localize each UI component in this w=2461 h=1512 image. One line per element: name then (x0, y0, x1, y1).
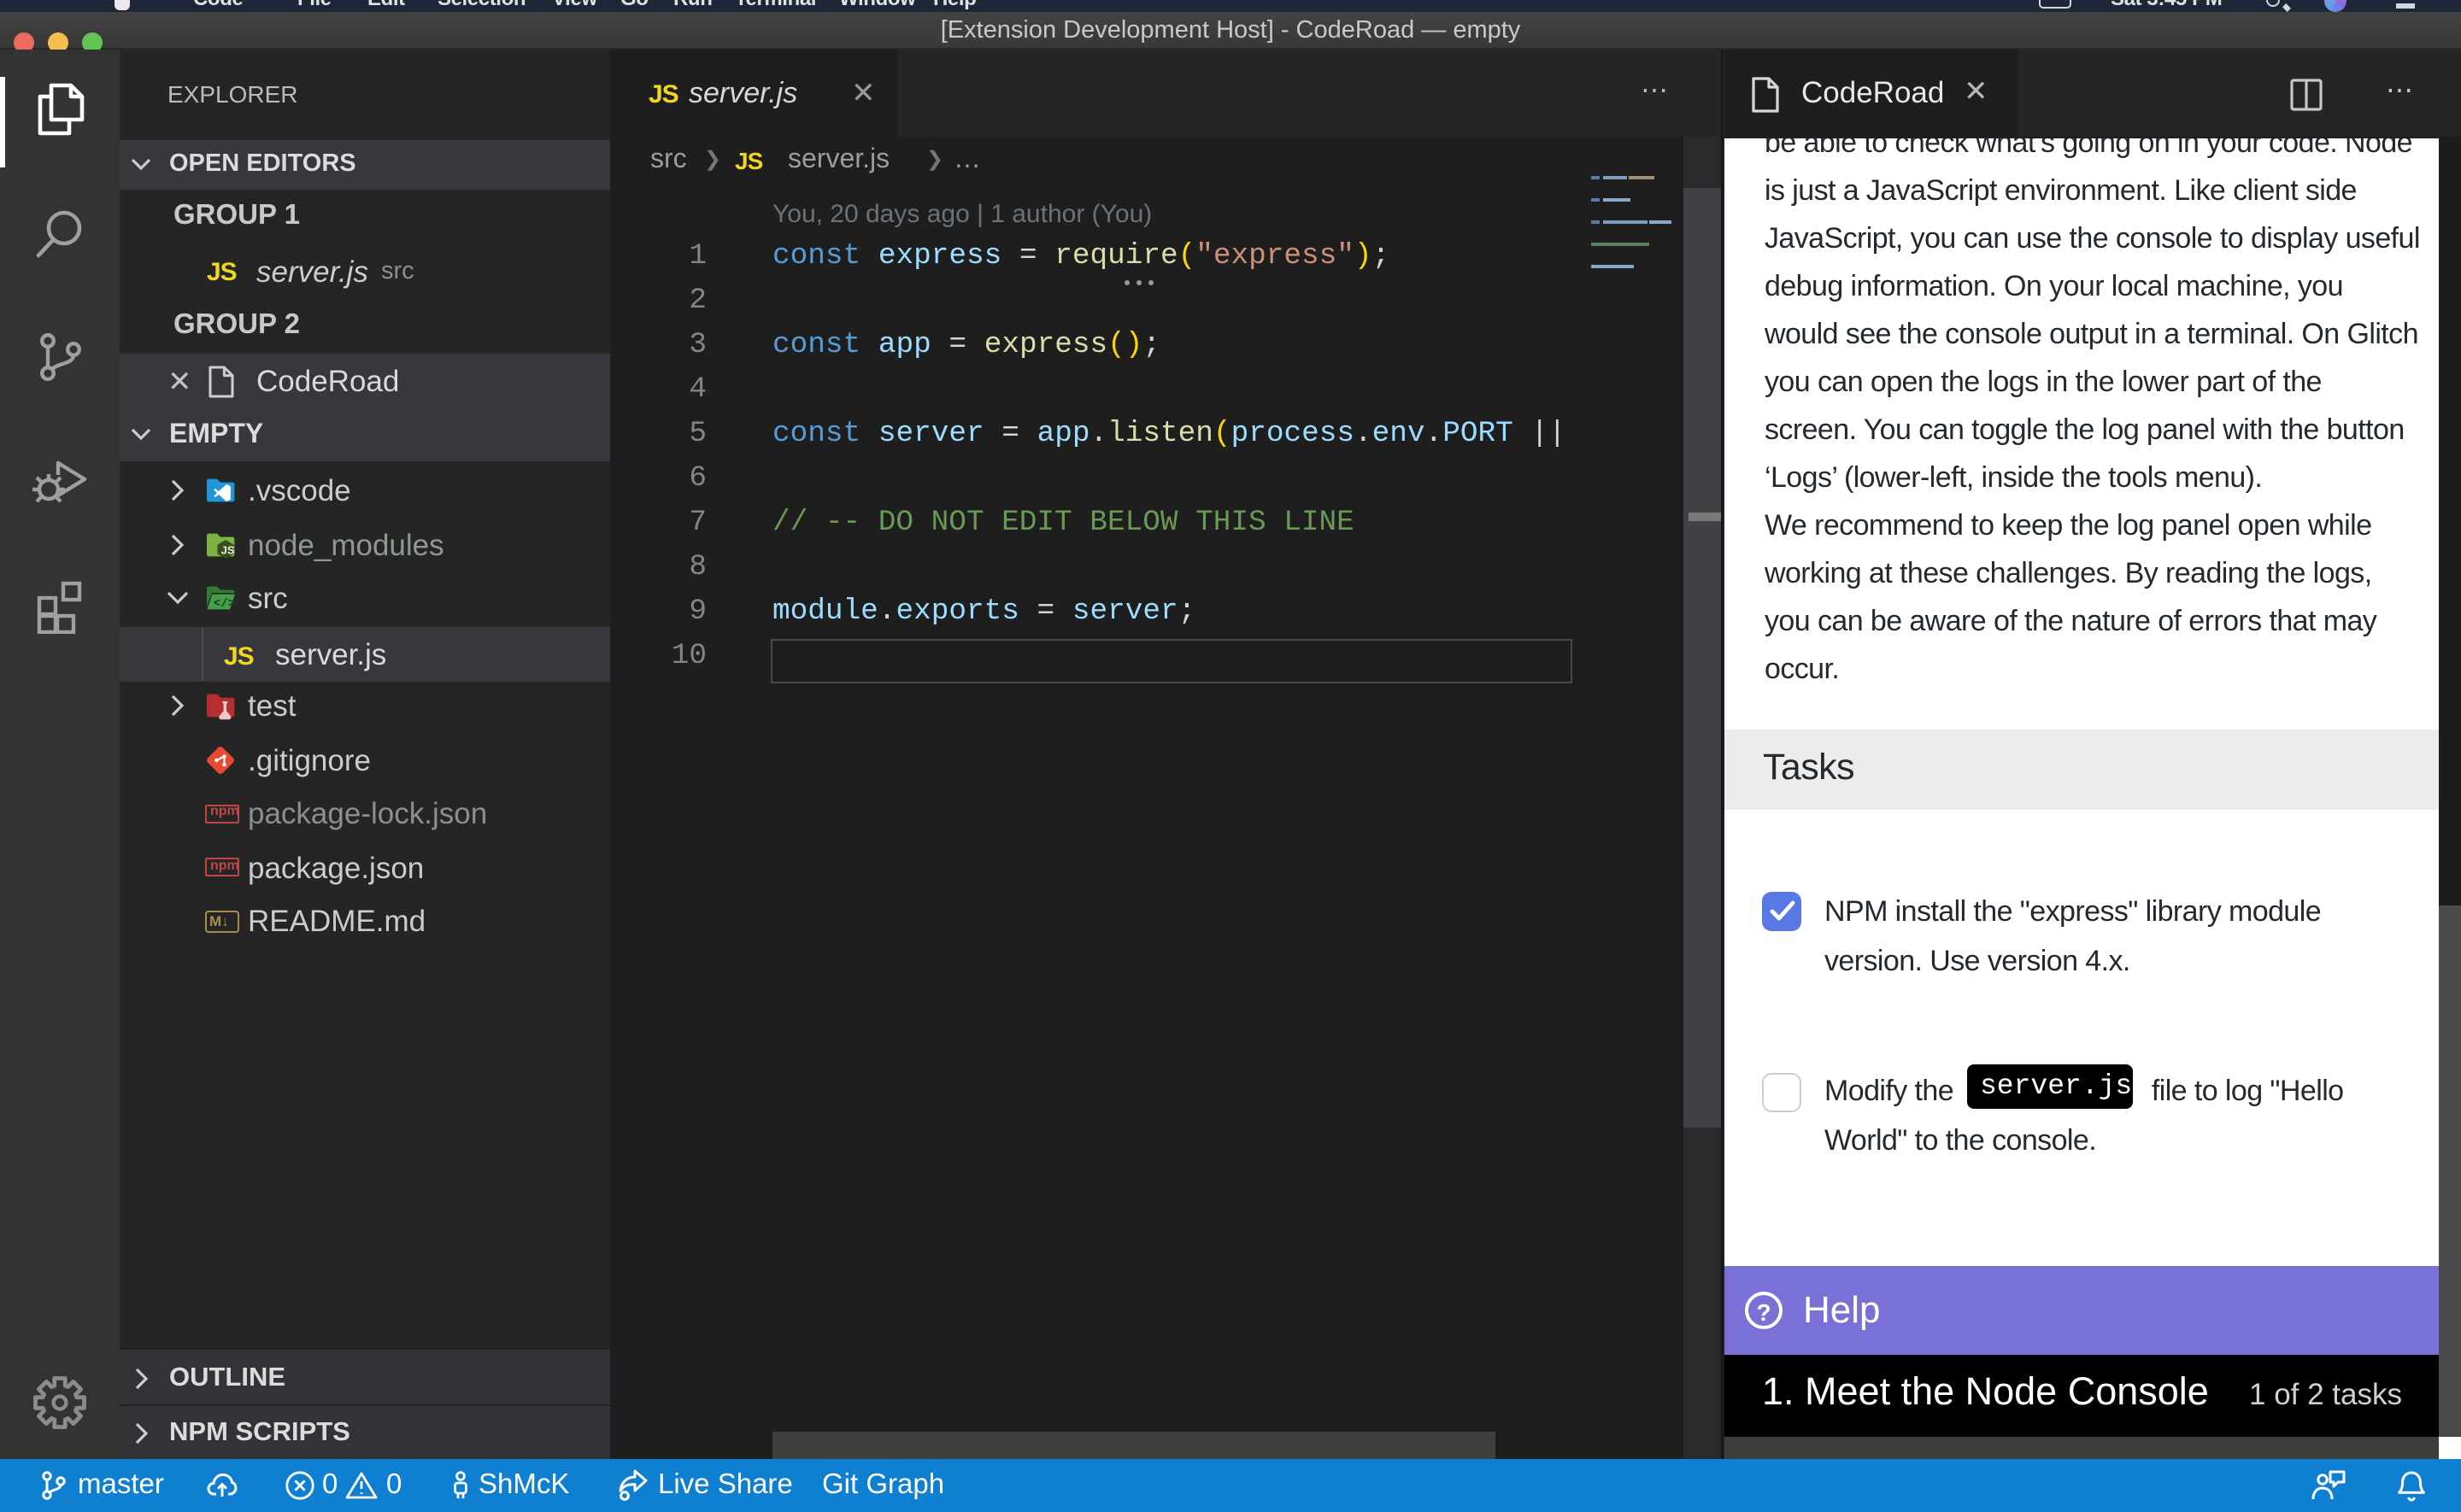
svg-text:JS: JS (221, 543, 235, 556)
svg-text:</>: </> (214, 597, 235, 611)
